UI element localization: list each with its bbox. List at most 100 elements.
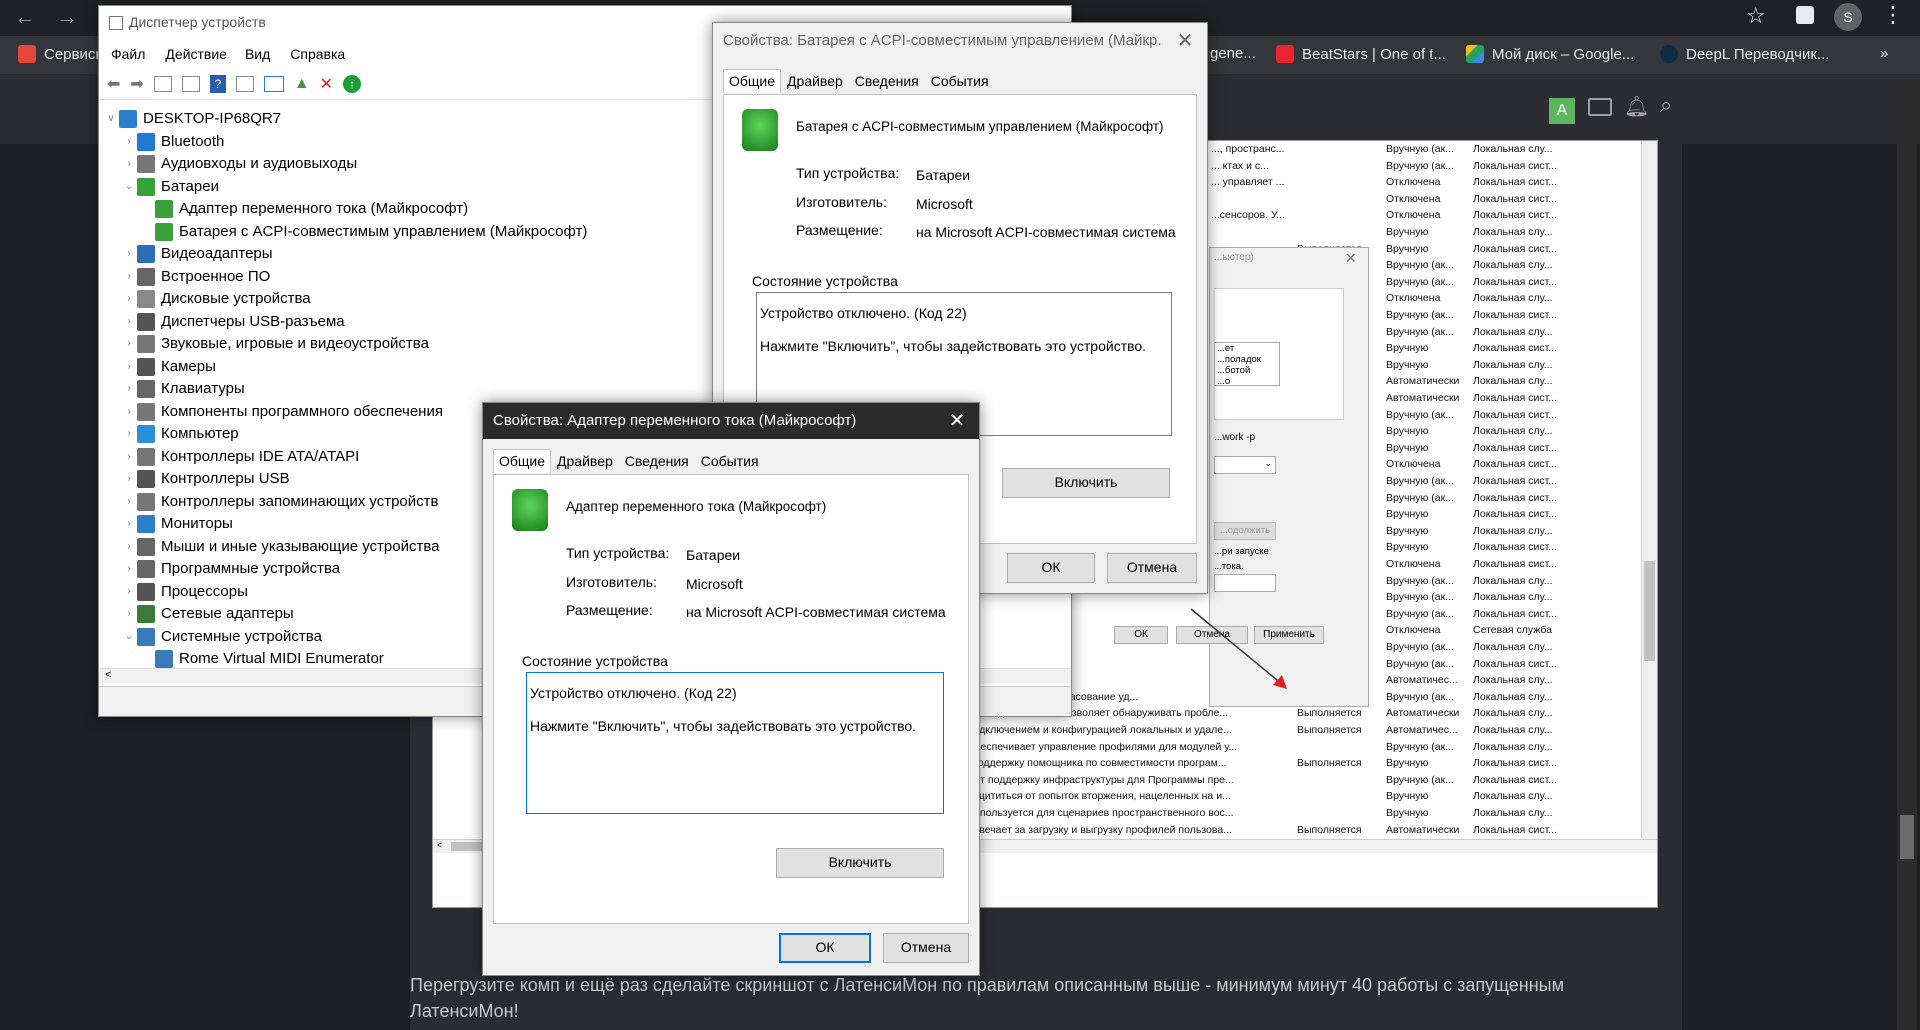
tree-item[interactable]: › Встроенное ПО [103, 266, 270, 288]
ok-button[interactable]: ОК [779, 933, 871, 963]
expand-arrow-icon[interactable]: › [121, 356, 137, 378]
tree-item[interactable]: › Дисковые устройства [103, 288, 311, 310]
tree-item[interactable]: Адаптер переменного тока (Майкрософт) [103, 198, 468, 220]
cancel-button[interactable]: Отмена [1107, 553, 1197, 583]
expand-arrow-icon[interactable]: › [121, 603, 137, 625]
expand-arrow-icon[interactable]: › [121, 333, 137, 355]
scroll-thumb[interactable] [1900, 815, 1914, 859]
bookmark-services[interactable]: Сервисы [18, 45, 106, 63]
tab-driver[interactable]: Драйвер [551, 449, 619, 473]
site-avatar[interactable]: A [1549, 98, 1575, 124]
tree-item[interactable]: › Контроллеры IDE ATA/ATAPI [103, 446, 359, 468]
scroll-thumb[interactable] [1644, 561, 1655, 661]
cancel-button[interactable]: Отмена [883, 933, 969, 963]
close-icon[interactable]: ✕ [935, 403, 979, 439]
tree-item[interactable]: › Звуковые, игровые и видеоустройства [103, 333, 429, 355]
expand-arrow-icon[interactable]: › [121, 266, 137, 288]
show-hide-tree-icon[interactable] [153, 75, 172, 92]
bookmark-beatstars[interactable]: BeatStars | One of t... [1276, 45, 1446, 63]
scroll-left-icon[interactable]: < [105, 669, 111, 681]
device-status-box[interactable]: Устройство отключено. (Код 22) Нажмите "… [526, 672, 944, 814]
close-icon[interactable]: ✕ [1163, 23, 1207, 59]
tree-item[interactable]: › Программные устройства [103, 558, 340, 580]
ok-button[interactable]: ОК [1007, 553, 1095, 583]
profile-avatar[interactable]: S [1834, 3, 1862, 31]
tab-events[interactable]: События [695, 449, 765, 473]
expand-arrow-icon[interactable]: › [121, 131, 137, 153]
menu-action[interactable]: Действие [157, 42, 235, 66]
tab-events[interactable]: События [925, 69, 995, 93]
tree-item[interactable]: › Компоненты программного обеспечения [103, 401, 443, 423]
parameters-input[interactable] [1214, 574, 1276, 592]
forward-icon[interactable]: → [56, 4, 78, 30]
tree-item[interactable]: › Камеры [103, 356, 216, 378]
extensions-icon[interactable] [1796, 6, 1814, 24]
tree-item[interactable]: › Bluetooth [103, 131, 224, 153]
search-icon[interactable]: ⌕ [1660, 92, 1672, 118]
expand-arrow-icon[interactable]: › [121, 513, 137, 535]
scan-hardware-icon[interactable] [263, 75, 284, 92]
tab-details[interactable]: Сведения [849, 69, 925, 93]
tree-item[interactable]: › Контроллеры USB [103, 468, 290, 490]
dependency-list[interactable]: ...ет ...поладок ...ботой ...о [1214, 342, 1280, 387]
enable-button[interactable]: Включить [1002, 468, 1170, 498]
collapse-arrow-icon[interactable]: ⌄ [121, 626, 137, 648]
tree-item[interactable]: ⌄ Батареи [103, 176, 219, 198]
scroll-left-icon[interactable]: < [437, 840, 442, 850]
enable-device-icon[interactable]: ↑ [343, 74, 362, 93]
expand-arrow-icon[interactable]: › [121, 468, 137, 490]
tree-item[interactable]: Батарея с ACPI-совместимым управлением (… [103, 221, 587, 243]
mail-icon[interactable] [1588, 98, 1612, 116]
expand-arrow-icon[interactable]: › [121, 446, 137, 468]
tab-general[interactable]: Общие [723, 69, 782, 93]
tree-root[interactable]: v DESKTOP-IP68QR7 [103, 108, 281, 130]
tree-item[interactable]: › Контроллеры запоминающих устройств [103, 491, 438, 513]
expand-arrow-icon[interactable]: › [121, 311, 137, 333]
tree-item[interactable]: › Сетевые адаптеры [103, 603, 294, 625]
bell-icon[interactable]: 🔔︎ [1624, 94, 1649, 119]
enable-button[interactable]: Включить [776, 848, 944, 878]
forward-arrow-icon[interactable]: ➡ [130, 74, 143, 94]
close-icon[interactable]: ✕ [1345, 250, 1357, 267]
bookmarks-overflow[interactable]: » [1880, 45, 1888, 62]
bookmark-gene[interactable]: gene... [1210, 45, 1256, 62]
menu-help[interactable]: Справка [280, 42, 355, 66]
tree-item[interactable]: › Процессоры [103, 581, 248, 603]
expand-arrow-icon[interactable]: › [121, 558, 137, 580]
tab-general[interactable]: Общие [493, 449, 552, 473]
tree-item[interactable]: › Диспетчеры USB-разъема [103, 311, 345, 333]
view-icon[interactable] [235, 75, 254, 92]
collapse-arrow-icon[interactable]: ⌄ [121, 176, 137, 198]
resume-button[interactable]: ...одолжить [1214, 522, 1276, 540]
startup-select[interactable]: ⌄ [1214, 456, 1276, 474]
expand-arrow-icon[interactable]: › [121, 401, 137, 423]
tree-item[interactable]: › Аудиовходы и аудиовыходы [103, 153, 357, 175]
star-icon[interactable]: ☆ [1746, 3, 1766, 29]
tab-details[interactable]: Сведения [619, 449, 695, 473]
tree-item[interactable]: › Клавиатуры [103, 378, 245, 400]
tab-driver[interactable]: Драйвер [781, 69, 849, 93]
menu-file[interactable]: Файл [99, 42, 157, 66]
tree-item[interactable]: Rome Virtual MIDI Enumerator [103, 648, 384, 670]
ok-button[interactable]: ОК [1114, 626, 1168, 644]
expand-arrow-icon[interactable]: › [121, 581, 137, 603]
expand-arrow-icon[interactable]: › [121, 423, 137, 445]
bookmark-deepl[interactable]: DeepL Переводчик... [1660, 45, 1829, 63]
help-icon[interactable]: ? [209, 74, 226, 93]
expand-arrow-icon[interactable]: › [121, 378, 137, 400]
menu-view[interactable]: Вид [235, 42, 280, 66]
expand-arrow-icon[interactable]: › [121, 491, 137, 513]
menu-icon[interactable]: ⋮ [1882, 2, 1904, 28]
expand-arrow-icon[interactable]: › [121, 288, 137, 310]
properties-icon[interactable] [181, 75, 200, 92]
expand-arrow-icon[interactable]: › [121, 536, 137, 558]
back-arrow-icon[interactable]: ⬅ [107, 74, 120, 94]
page-scrollbar[interactable] [1897, 80, 1917, 1030]
vertical-scrollbar[interactable] [1641, 141, 1657, 839]
expand-arrow-icon[interactable]: › [121, 153, 137, 175]
uninstall-icon[interactable]: ✕ [320, 74, 333, 94]
back-icon[interactable]: ← [14, 4, 36, 30]
bookmark-google-drive[interactable]: Мой диск – Google... [1466, 45, 1634, 63]
tree-item[interactable]: › Компьютер [103, 423, 239, 445]
expand-arrow-icon[interactable]: › [121, 243, 137, 265]
